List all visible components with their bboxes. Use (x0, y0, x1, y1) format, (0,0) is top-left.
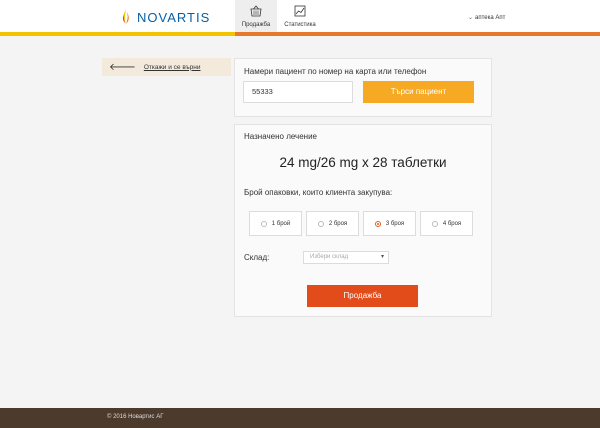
packs-radio-group: 1 брой 2 броя 3 броя 4 броя (249, 211, 477, 236)
tab-sales[interactable]: Продажба (235, 0, 277, 32)
radio-selected-icon (374, 220, 381, 227)
logo-text: NOVARTIS (137, 9, 211, 25)
radio-icon (260, 220, 267, 227)
search-card: Намери пациент по номер на карта или тел… (234, 58, 492, 117)
flame-logo-icon (122, 10, 129, 24)
packs-option-2[interactable]: 2 броя (306, 211, 359, 236)
packs-option-3[interactable]: 3 броя (363, 211, 416, 236)
search-patient-button[interactable]: Търси пациент (363, 81, 474, 103)
user-label: аптека Апт (475, 15, 506, 21)
tab-statistics-label: Статистика (284, 22, 316, 28)
user-menu[interactable]: ⌄ аптека Апт (468, 14, 505, 21)
warehouse-placeholder: Избери склад (310, 254, 349, 260)
sell-button[interactable]: Продажба (307, 285, 418, 307)
treatment-title: Назначено лечение (244, 132, 318, 141)
packs-option-4[interactable]: 4 броя (420, 211, 473, 236)
header-stripe-yellow (0, 32, 235, 36)
warehouse-select[interactable]: Избери склад ▾ (303, 251, 389, 264)
chevron-down-icon: ▾ (380, 254, 384, 260)
back-link[interactable]: Откажи и се върни (144, 64, 201, 71)
packs-option-1[interactable]: 1 брой (249, 211, 302, 236)
chart-icon (294, 5, 306, 17)
packs-option-label: 2 броя (328, 220, 348, 227)
top-header: NOVARTIS Продажба Статистика ⌄ аптека Апт (0, 0, 600, 36)
basket-icon (250, 5, 262, 17)
treatment-dose: 24 mg/26 mg x 28 таблетки (279, 155, 447, 170)
footer: © 2016 Новартис АГ (0, 408, 600, 428)
packs-option-label: 3 броя (385, 220, 405, 227)
search-title: Намери пациент по номер на карта или тел… (244, 67, 427, 76)
back-panel: 🡐 Откажи и се върни (102, 58, 231, 76)
radio-icon (317, 220, 324, 227)
packs-label: Брой опаковки, които клиента закупува: (244, 188, 393, 197)
radio-icon (431, 220, 438, 227)
search-input[interactable]: 55333 (243, 81, 353, 103)
packs-option-label: 1 брой (271, 220, 291, 227)
packs-option-label: 4 броя (442, 220, 462, 227)
novartis-logo[interactable]: NOVARTIS (120, 8, 210, 26)
warehouse-label: Склад: (244, 253, 270, 262)
copyright-text: © 2016 Новартис АГ (107, 414, 164, 420)
treatment-card: Назначено лечение 24 mg/26 mg x 28 табле… (234, 124, 492, 317)
arrow-left-icon[interactable]: 🡐 (109, 61, 136, 73)
tab-statistics[interactable]: Статистика (279, 0, 321, 32)
chevron-down-icon: ⌄ (468, 15, 474, 21)
header-stripe-orange (235, 32, 600, 36)
tab-sales-label: Продажба (241, 22, 271, 28)
